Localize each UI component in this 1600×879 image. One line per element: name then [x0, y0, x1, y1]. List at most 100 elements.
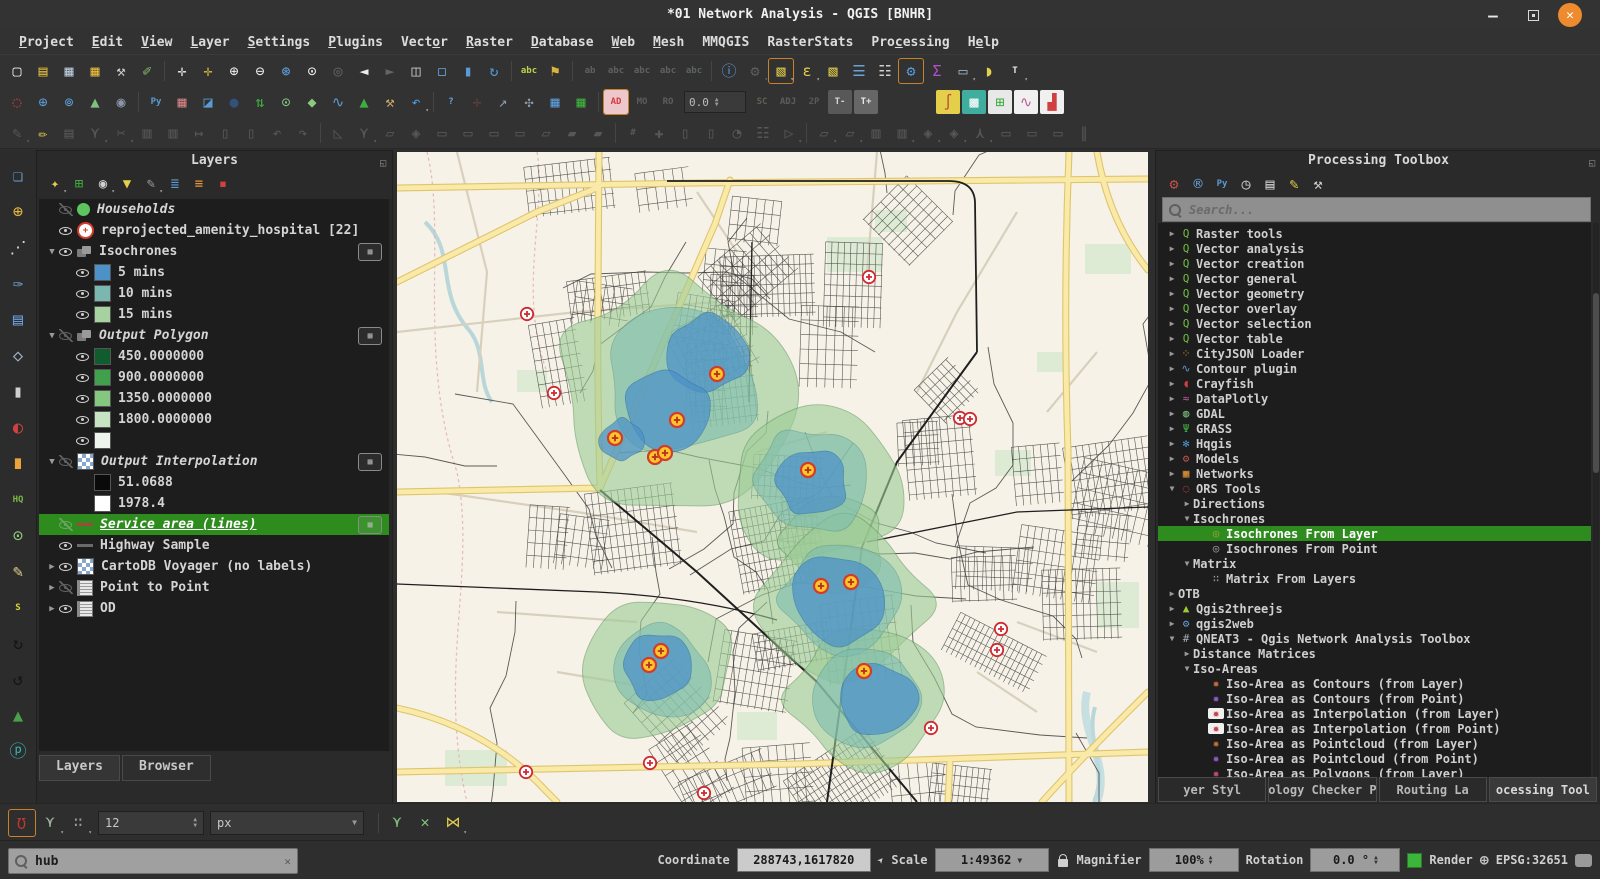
expand-arrow-icon[interactable]: ▼ [1181, 664, 1193, 673]
visibility-toggle[interactable] [59, 602, 73, 615]
layer-row[interactable]: Service area (lines)▦ [39, 514, 390, 535]
expand-arrow-icon[interactable]: ▼ [1166, 634, 1178, 643]
hospital-marker-selected[interactable] [670, 413, 684, 427]
trace-tool-3[interactable]: ▥ [864, 121, 888, 145]
statistical-summary-button[interactable]: Σ [925, 59, 949, 83]
expand-all-button[interactable]: ≣ [164, 173, 186, 195]
snapping-toggle-button[interactable]: Ω [9, 810, 35, 836]
toggle-editing-button[interactable]: ✏ [31, 121, 55, 145]
toolbox-item[interactable]: ▶≈DataPlotly [1158, 391, 1591, 406]
mo-mode-button[interactable]: MO [630, 90, 654, 114]
refresh-map-button[interactable]: ↻ [482, 59, 506, 83]
toolbox-item[interactable]: ✹Iso-Area as Contours (from Point) [1158, 691, 1591, 706]
zoom-next-button[interactable]: ► [378, 59, 402, 83]
select-features-button[interactable]: ▧▾ [769, 59, 793, 83]
snap-unit-dropdown[interactable]: px ▼ [210, 811, 364, 835]
azimuth-tool-button[interactable]: ↗ [491, 90, 515, 114]
hospital-marker-selected[interactable] [608, 431, 622, 445]
run-feature-action-button[interactable]: ⚙▾ [743, 59, 767, 83]
epsg-label[interactable]: EPSG:32651 [1496, 853, 1568, 867]
toolbox-item[interactable]: ▶Directions [1158, 496, 1591, 511]
layer-row[interactable]: ▶Point to Point [39, 577, 390, 598]
layer-indicator-badge[interactable]: ▦ [358, 516, 382, 534]
chip-icon[interactable]: ▤ [5, 307, 31, 333]
menu-mmqgis[interactable]: MMQGIS [693, 33, 758, 52]
expand-arrow-icon[interactable]: ▼ [1166, 484, 1178, 493]
trace-tool-8[interactable]: ▭ [994, 121, 1018, 145]
digitize-cut-button[interactable]: ✂▾ [109, 121, 133, 145]
ors-tools-button[interactable]: ◌ [5, 90, 29, 114]
t-minus-button[interactable]: T- [828, 90, 852, 114]
advanced-digitizing-button[interactable]: ◺ [326, 121, 350, 145]
vector-check-icon[interactable]: ◇ [5, 343, 31, 369]
filter-legend-button[interactable]: ▼ [116, 173, 138, 195]
processing-toolbox-button[interactable]: ⚙ [899, 59, 923, 83]
bucket-icon[interactable]: ▮ [5, 379, 31, 405]
layer-indicator-badge[interactable]: ▦ [358, 243, 382, 261]
toolbox-item[interactable]: ◎Isochrones From Layer [1158, 526, 1591, 541]
label-tool-1[interactable]: ab [578, 59, 602, 83]
hospital-marker-selected[interactable] [642, 658, 656, 672]
globe-search-button[interactable]: ⊚ [57, 90, 81, 114]
zoom-last-button[interactable]: ◄ [352, 59, 376, 83]
label-tool-3[interactable]: abc [630, 59, 654, 83]
expand-arrow-icon[interactable]: ▶ [1166, 409, 1178, 418]
trace-tool-6[interactable]: ◈▾ [942, 121, 966, 145]
menu-settings[interactable]: Settings [239, 33, 320, 52]
toolbox-item[interactable]: ▶∿Contour plugin [1158, 361, 1591, 376]
open-project-button[interactable]: ▤ [31, 59, 55, 83]
toolbox-item[interactable]: ▶▦Networks [1158, 466, 1591, 481]
processing-scrollbar[interactable] [1593, 223, 1599, 778]
maximize-button[interactable] [1522, 4, 1544, 26]
deselect-features-button[interactable]: ▧ [821, 59, 845, 83]
toolbox-item[interactable]: ∷Matrix From Layers [1158, 571, 1591, 586]
expand-arrow-icon[interactable]: ▶ [45, 562, 59, 572]
hospital-marker[interactable] [925, 722, 937, 734]
hospital-marker[interactable] [964, 413, 976, 425]
layer-row[interactable] [39, 430, 390, 451]
visibility-toggle[interactable] [59, 329, 73, 342]
toolbox-item[interactable]: ▶QVector overlay [1158, 301, 1591, 316]
menu-project[interactable]: Project [10, 33, 83, 52]
2p-mode-button[interactable]: 2P [802, 90, 826, 114]
expand-arrow-icon[interactable]: ▶ [1166, 589, 1178, 598]
new-map-view-button[interactable]: ◫ [404, 59, 428, 83]
layer-row[interactable]: Highway Sample [39, 535, 390, 556]
hospital-marker-selected[interactable] [857, 664, 871, 678]
toolbox-item[interactable]: ✹Iso-Area as Interpolation (from Layer) [1158, 706, 1591, 721]
tab-browser[interactable]: Browser [122, 755, 211, 781]
move-features-button[interactable]: ⋎▾ [352, 121, 376, 145]
locator-search-input[interactable]: hub ✕ [8, 848, 298, 874]
sphere-plugin-button[interactable]: ● [222, 90, 246, 114]
zoom-out-button[interactable]: ⊖ [248, 59, 272, 83]
clear-icon[interactable]: ✕ [284, 855, 291, 868]
visibility-toggle[interactable] [76, 308, 90, 321]
layer-row[interactable]: ▼Isochrones▦ [39, 241, 390, 262]
offset-curve-button[interactable]: ▰ [586, 121, 610, 145]
delete-part-button[interactable]: ▱ [534, 121, 558, 145]
toolbox-item[interactable]: ✹Iso-Area as Interpolation (from Point) [1158, 721, 1591, 736]
osm-place-search-button[interactable]: ◉ [109, 90, 133, 114]
close-button[interactable]: ✕ [1558, 3, 1582, 27]
zoom-to-selection-button[interactable]: ⊙ [300, 59, 324, 83]
expand-arrow-icon[interactable]: ▶ [1181, 649, 1193, 658]
ors-curve-button[interactable]: ∫ [936, 90, 960, 114]
spin-arrows-icon[interactable]: ▲▼ [1374, 855, 1378, 866]
expand-arrow-icon[interactable]: ▶ [1166, 364, 1178, 373]
color-grid-button[interactable]: ▦ [170, 90, 194, 114]
zoom-native-button[interactable]: ◎ [326, 59, 350, 83]
adj-mode-button[interactable]: ADJ [776, 90, 800, 114]
move-feature-button[interactable]: ↦ [187, 121, 211, 145]
scrollbar-thumb[interactable] [1593, 293, 1599, 473]
layers-scrollbar[interactable] [389, 199, 392, 751]
hospital-marker-selected[interactable] [654, 644, 668, 658]
expand-arrow-icon[interactable]: ▶ [1166, 334, 1178, 343]
zoom-in-button[interactable]: ⊕ [222, 59, 246, 83]
paste-features-button[interactable]: ▯ [239, 121, 263, 145]
plot-curves-button[interactable]: ∿ [1014, 90, 1038, 114]
undo-dark-icon[interactable]: ↺ [5, 667, 31, 693]
dock-tab[interactable]: pology Checker Pa [1268, 777, 1376, 802]
t-plus-button[interactable]: T+ [854, 90, 878, 114]
spin-arrows-icon[interactable]: ▲▼ [193, 817, 197, 828]
layer-row[interactable]: ▼Output Interpolation▦ [39, 451, 390, 472]
